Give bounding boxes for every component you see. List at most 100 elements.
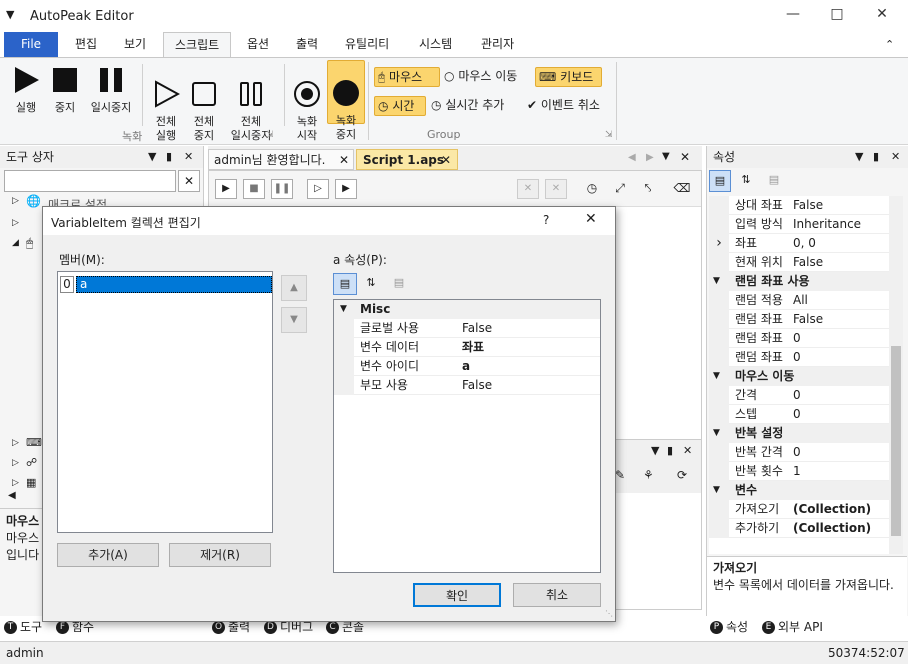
property-pages-icon[interactable]: ▤: [387, 273, 411, 295]
scroll-left-icon[interactable]: ◀: [8, 490, 16, 501]
property-row[interactable]: 글로벌 사용 False: [334, 319, 600, 338]
move-down-button[interactable]: ▼: [281, 307, 307, 333]
tab-tools[interactable]: T 도구: [4, 617, 42, 637]
close-icon[interactable]: ✕: [891, 146, 900, 168]
dialog-close-button[interactable]: ✕: [585, 211, 597, 227]
expand-arrow-icon[interactable]: ▷: [12, 478, 19, 488]
expand-arrow-icon[interactable]: ▷: [12, 438, 19, 448]
property-value[interactable]: 0: [793, 386, 801, 405]
pause-all-button[interactable]: 전체 일시중지: [224, 62, 278, 157]
trash-icon[interactable]: ⌫: [671, 179, 693, 199]
resize-grip-icon[interactable]: ⋱: [605, 609, 613, 618]
category-row[interactable]: ▼ 마우스 이동: [709, 367, 889, 386]
property-value[interactable]: 0, 0: [793, 234, 816, 253]
mouse-button[interactable]: 🖰 마우스: [374, 67, 440, 87]
expand-icon[interactable]: ⤢: [609, 179, 631, 199]
property-row[interactable]: 반복 횟수 1: [709, 462, 889, 481]
shrink-icon[interactable]: ⤣: [637, 179, 659, 199]
close-window-button[interactable]: ✕: [872, 6, 892, 26]
property-grid-scrollbar[interactable]: [889, 196, 903, 554]
property-value[interactable]: 0: [793, 443, 801, 462]
categorized-view-icon[interactable]: ▤: [333, 273, 357, 295]
property-row[interactable]: 현재 위치 False: [709, 253, 889, 272]
dropdown-icon[interactable]: ▼: [855, 146, 863, 168]
tab-system[interactable]: 시스템: [408, 32, 463, 58]
realtime-add-button[interactable]: ◷ 실시간 추가: [431, 96, 504, 116]
property-value[interactable]: False: [793, 253, 823, 272]
refresh-icon[interactable]: ⟳: [677, 468, 687, 482]
script-stop-button[interactable]: ■: [243, 179, 265, 199]
scrollbar-thumb[interactable]: [891, 346, 901, 536]
property-value[interactable]: False: [793, 196, 823, 215]
property-value[interactable]: (Collection): [793, 519, 871, 538]
property-row[interactable]: 추가하기 (Collection): [709, 519, 889, 538]
property-value[interactable]: Inheritance: [793, 215, 861, 234]
pause-button[interactable]: 일시중지: [86, 62, 136, 115]
property-value[interactable]: 0: [793, 405, 801, 424]
tab-properties[interactable]: P 속성: [710, 617, 748, 637]
cancel-button[interactable]: 취소: [513, 583, 601, 607]
maximize-button[interactable]: □: [827, 6, 847, 26]
category-row[interactable]: ▼ Misc: [334, 300, 600, 319]
clear-search-button[interactable]: ✕: [178, 170, 200, 192]
collapse-arrow-icon[interactable]: ▼: [713, 481, 720, 500]
script-step-button[interactable]: ▷: [307, 179, 329, 199]
pin-icon[interactable]: ▮: [667, 444, 673, 457]
collapse-arrow-icon[interactable]: ▼: [713, 424, 720, 443]
property-value[interactable]: (Collection): [793, 500, 871, 519]
property-value[interactable]: False: [793, 310, 823, 329]
property-row[interactable]: 상대 좌표 False: [709, 196, 889, 215]
property-value[interactable]: 좌표: [462, 338, 484, 357]
mouse-move-button[interactable]: ○ 마우스 이동: [444, 67, 517, 87]
keyboard-button[interactable]: ⌨ 키보드: [535, 67, 602, 87]
fill-bucket-icon[interactable]: ⚘: [643, 468, 654, 482]
property-value[interactable]: a: [462, 357, 470, 376]
property-row[interactable]: 가져오기 (Collection): [709, 500, 889, 519]
system-menu-icon[interactable]: ▼: [6, 8, 14, 21]
property-value[interactable]: False: [462, 376, 492, 395]
ok-button[interactable]: 확인: [413, 583, 501, 607]
pin-icon[interactable]: ▮: [166, 146, 172, 168]
category-row[interactable]: ▼ 변수: [709, 481, 889, 500]
property-row[interactable]: 간격 0: [709, 386, 889, 405]
close-tab-icon[interactable]: ✕: [441, 150, 451, 170]
property-row[interactable]: 반복 간격 0: [709, 443, 889, 462]
property-pages-icon[interactable]: ▤: [763, 170, 785, 192]
categorized-view-icon[interactable]: ▤: [709, 170, 731, 192]
tab-list-icon[interactable]: ▼: [662, 151, 670, 162]
stop-button[interactable]: 중지: [48, 62, 82, 115]
list-item[interactable]: 0 a: [60, 276, 272, 293]
dropdown-icon[interactable]: ▼: [651, 444, 659, 457]
alphabetical-sort-icon[interactable]: ⇅: [735, 170, 757, 192]
close-icon[interactable]: ✕: [680, 150, 690, 164]
property-row[interactable]: 스텝 0: [709, 405, 889, 424]
tab-utility[interactable]: 유틸리티: [334, 32, 400, 58]
tab-view[interactable]: 보기: [113, 32, 157, 58]
dropdown-icon[interactable]: ▼: [148, 146, 156, 168]
script-run-to-button[interactable]: ▶: [335, 179, 357, 199]
property-row[interactable]: 변수 아이디 a: [334, 357, 600, 376]
property-row[interactable]: 랜덤 좌표 0: [709, 329, 889, 348]
tab-admin[interactable]: 관리자: [470, 32, 525, 58]
move-up-button[interactable]: ▲: [281, 275, 307, 301]
brush-icon[interactable]: ✎: [615, 468, 625, 482]
tab-options[interactable]: 옵션: [236, 32, 280, 58]
property-value[interactable]: 0: [793, 329, 801, 348]
help-button[interactable]: ?: [543, 213, 549, 227]
collapse-arrow-icon[interactable]: ▼: [713, 367, 720, 386]
expand-arrow-icon[interactable]: ▷: [12, 196, 19, 206]
property-row[interactable]: 랜덤 좌표 0: [709, 348, 889, 367]
script-clear-button[interactable]: ✕: [545, 179, 567, 199]
add-button[interactable]: 추가(A): [57, 543, 159, 567]
collapse-arrow-icon[interactable]: ▼: [713, 272, 720, 291]
property-row[interactable]: › 좌표 0, 0: [709, 234, 889, 253]
dialog-launcher-icon[interactable]: ⇲: [605, 130, 613, 140]
tab-script[interactable]: 스크립트: [163, 32, 232, 58]
property-row[interactable]: 부모 사용 False: [334, 376, 600, 395]
tab-output[interactable]: 출력: [285, 32, 329, 58]
minimize-button[interactable]: —: [783, 6, 803, 26]
tab-external-api[interactable]: E 외부 API: [762, 617, 823, 637]
property-value[interactable]: 0: [793, 348, 801, 367]
scroll-tabs-left-icon[interactable]: ◀: [628, 152, 636, 163]
expand-arrow-icon[interactable]: ▷: [12, 458, 19, 468]
